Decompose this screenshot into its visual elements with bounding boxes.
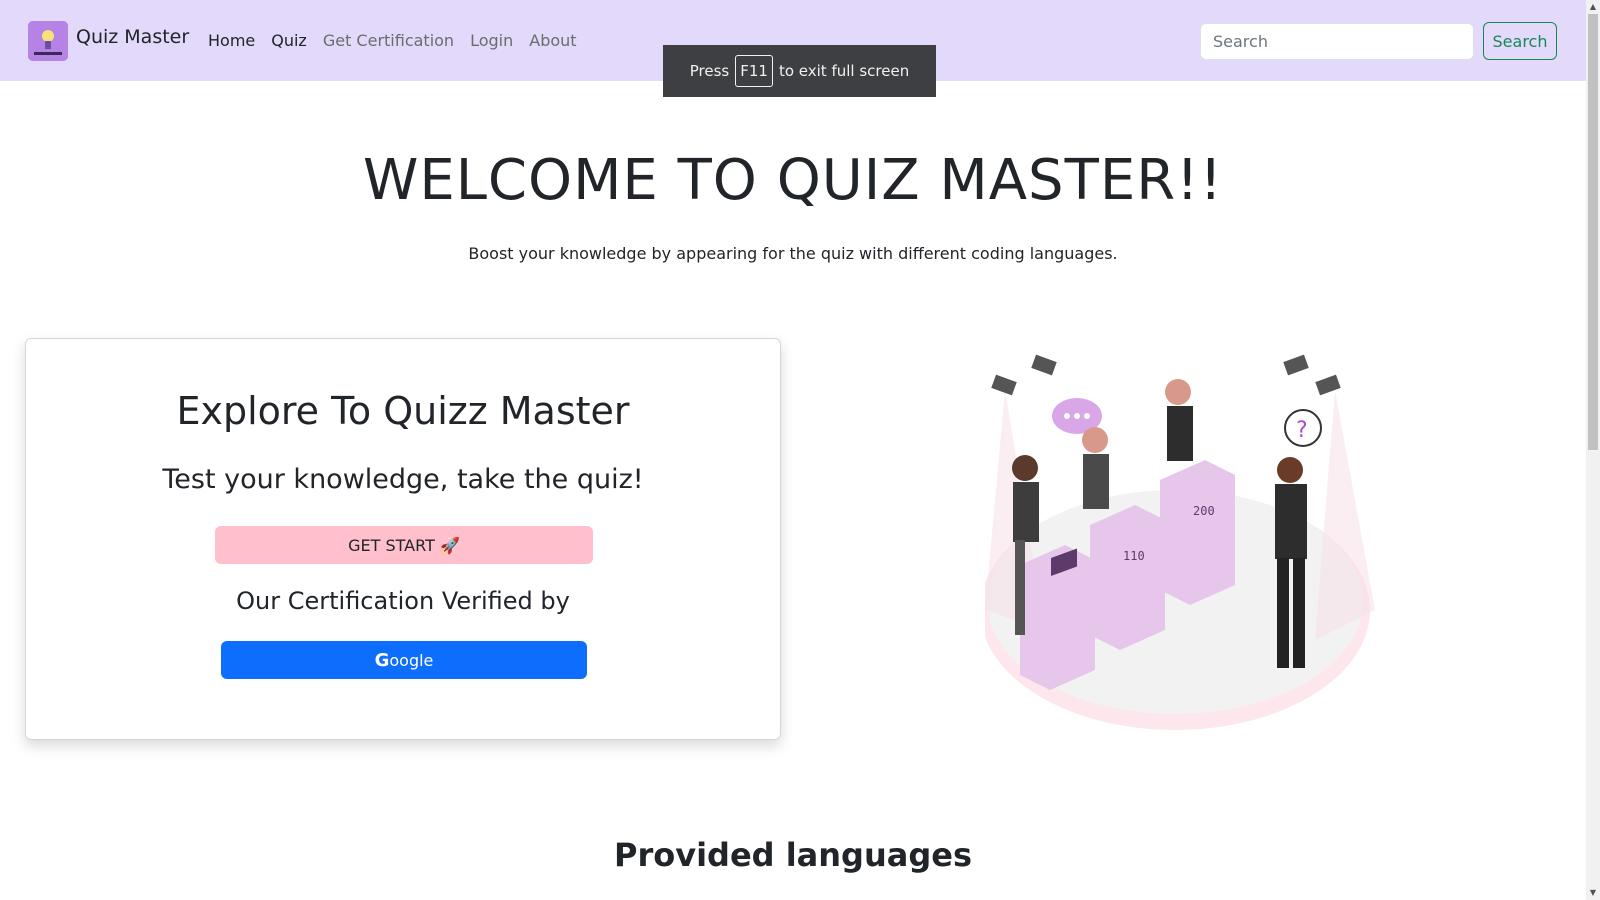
get-start-button[interactable]: GET START 🚀 <box>215 526 593 564</box>
fullscreen-toast-prefix: Press <box>689 62 730 80</box>
nav-link-about[interactable]: About <box>529 31 576 50</box>
nav-link-get-certification[interactable]: Get Certification <box>323 31 454 50</box>
brand-logo[interactable] <box>28 21 68 61</box>
card-tagline: Test your knowledge, take the quiz! <box>162 464 644 495</box>
nav-link-login[interactable]: Login <box>470 31 513 50</box>
brand-name[interactable]: Quiz Master <box>76 26 189 48</box>
fullscreen-toast: Press F11 to exit full screen <box>663 45 936 97</box>
fullscreen-toast-suffix: to exit full screen <box>778 62 910 80</box>
nav-link-home[interactable]: Home <box>208 31 255 50</box>
quiz-show-illustration: ? 250 110 200 <box>980 350 1385 750</box>
card-title: Explore To Quizz Master <box>176 389 630 433</box>
podium-number-3: 200 <box>1193 504 1215 518</box>
podium-number-2: 110 <box>1123 549 1145 563</box>
google-g-icon: G <box>374 649 390 671</box>
hero-subtitle: Boost your knowledge by appearing for th… <box>468 244 1118 263</box>
nav-link-quiz[interactable]: Quiz <box>271 31 307 50</box>
scroll-down-arrow-icon[interactable]: ▼ <box>1586 886 1600 900</box>
search-input[interactable] <box>1200 23 1474 60</box>
podium-number-1: 250 <box>1053 594 1075 608</box>
fullscreen-toast-key: F11 <box>735 55 773 87</box>
scrollbar-thumb[interactable] <box>1588 14 1598 450</box>
scroll-up-arrow-icon[interactable]: ▲ <box>1586 0 1600 14</box>
nav-links: Home Quiz Get Certification Login About <box>208 31 577 50</box>
provided-languages-heading: Provided languages <box>614 836 972 874</box>
svg-text:?: ? <box>1296 418 1308 443</box>
hero-title: WELCOME TO QUIZ MASTER!! <box>362 148 1224 213</box>
google-button-label: oogle <box>389 650 434 670</box>
certification-heading: Our Certification Verified by <box>236 587 570 615</box>
search-button[interactable]: Search <box>1483 22 1557 60</box>
explore-card: Explore To Quizz Master Test your knowle… <box>25 338 781 740</box>
google-button[interactable]: Google <box>221 641 587 679</box>
vertical-scrollbar[interactable]: ▲ ▼ <box>1586 0 1600 900</box>
